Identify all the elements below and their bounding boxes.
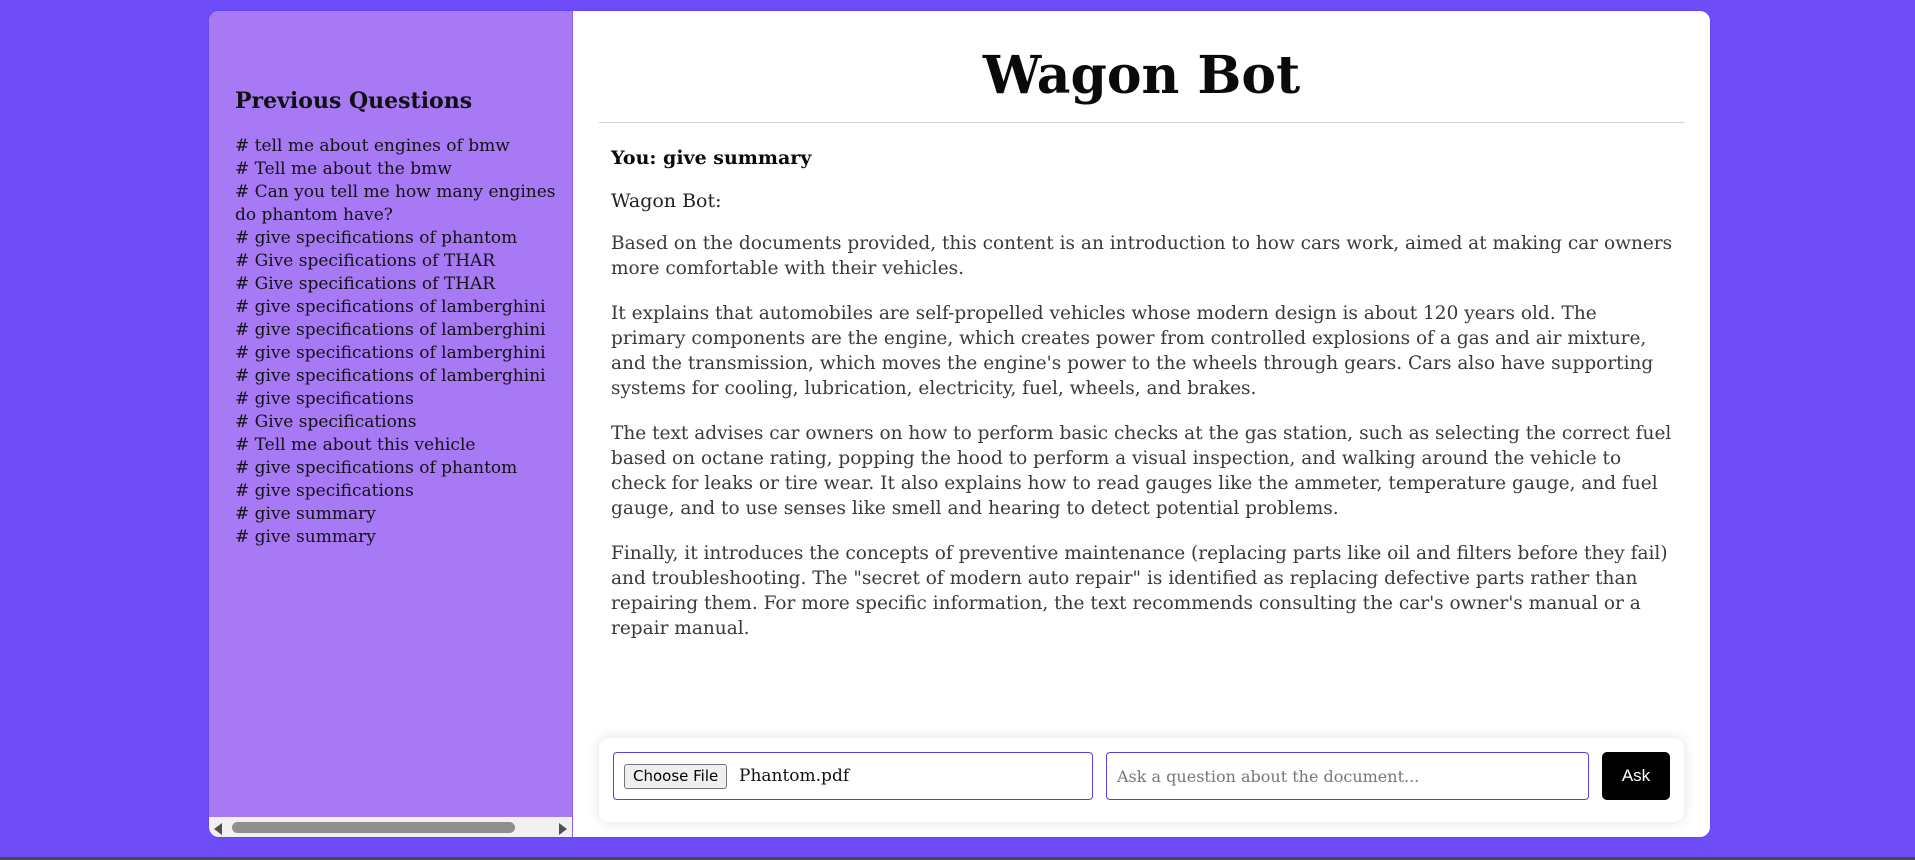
choose-file-button[interactable]: Choose File — [624, 764, 728, 789]
sidebar-title: Previous Questions — [235, 88, 473, 114]
history-list: # tell me about engines of bmw # Tell me… — [235, 135, 563, 549]
history-item[interactable]: # Give specifications — [235, 411, 563, 434]
history-item[interactable]: # give summary — [235, 503, 563, 526]
history-item[interactable]: # give specifications of lamberghini — [235, 342, 563, 365]
history-item[interactable]: # tell me about engines of bmw — [235, 135, 563, 158]
bot-message-paragraph: Finally, it introduces the concepts of p… — [611, 543, 1668, 639]
scrollbar-thumb[interactable] — [232, 822, 515, 833]
bot-message-paragraph: Based on the documents provided, this co… — [611, 233, 1673, 279]
title-divider — [599, 122, 1684, 123]
history-item[interactable]: # Give specifications of THAR — [235, 273, 563, 296]
selected-file-name: Phantom.pdf — [739, 766, 850, 786]
history-item[interactable]: # Can you tell me how many engines do ph… — [235, 181, 563, 227]
history-item[interactable]: # give specifications of phantom — [235, 227, 563, 250]
bot-message-paragraph: The text advises car owners on how to pe… — [611, 423, 1672, 519]
history-item[interactable]: # give specifications of lamberghini — [235, 319, 563, 342]
history-item[interactable]: # give summary — [235, 526, 563, 549]
app-window: Previous Questions # tell me about engin… — [209, 11, 1710, 837]
bot-label: Wagon Bot: — [611, 190, 722, 212]
history-item[interactable]: # give specifications — [235, 480, 563, 503]
ask-button[interactable]: Ask — [1602, 752, 1670, 800]
input-bar: Choose File Phantom.pdf Ask — [599, 738, 1684, 822]
sidebar-horizontal-scrollbar[interactable] — [209, 817, 572, 837]
bot-message-paragraph: It explains that automobiles are self-pr… — [611, 303, 1654, 399]
history-item[interactable]: # Tell me about this vehicle — [235, 434, 563, 457]
history-item[interactable]: # give specifications of lamberghini — [235, 296, 563, 319]
scroll-right-icon[interactable] — [559, 823, 567, 835]
history-item[interactable]: # give specifications — [235, 388, 563, 411]
history-item[interactable]: # give specifications of lamberghini — [235, 365, 563, 388]
history-item[interactable]: # give specifications of phantom — [235, 457, 563, 480]
history-item[interactable]: # Tell me about the bmw — [235, 158, 563, 181]
scroll-left-icon[interactable] — [214, 823, 222, 835]
chat-log: You: give summary Wagon Bot: Based on th… — [611, 145, 1676, 661]
page-title: Wagon Bot — [982, 45, 1301, 106]
history-item[interactable]: # Give specifications of THAR — [235, 250, 563, 273]
question-input[interactable] — [1106, 752, 1589, 800]
file-upload-field[interactable]: Choose File Phantom.pdf — [613, 752, 1093, 800]
main-panel: Wagon Bot You: give summary Wagon Bot: B… — [573, 11, 1710, 837]
user-message: You: give summary — [611, 147, 812, 169]
sidebar: Previous Questions # tell me about engin… — [209, 11, 573, 837]
